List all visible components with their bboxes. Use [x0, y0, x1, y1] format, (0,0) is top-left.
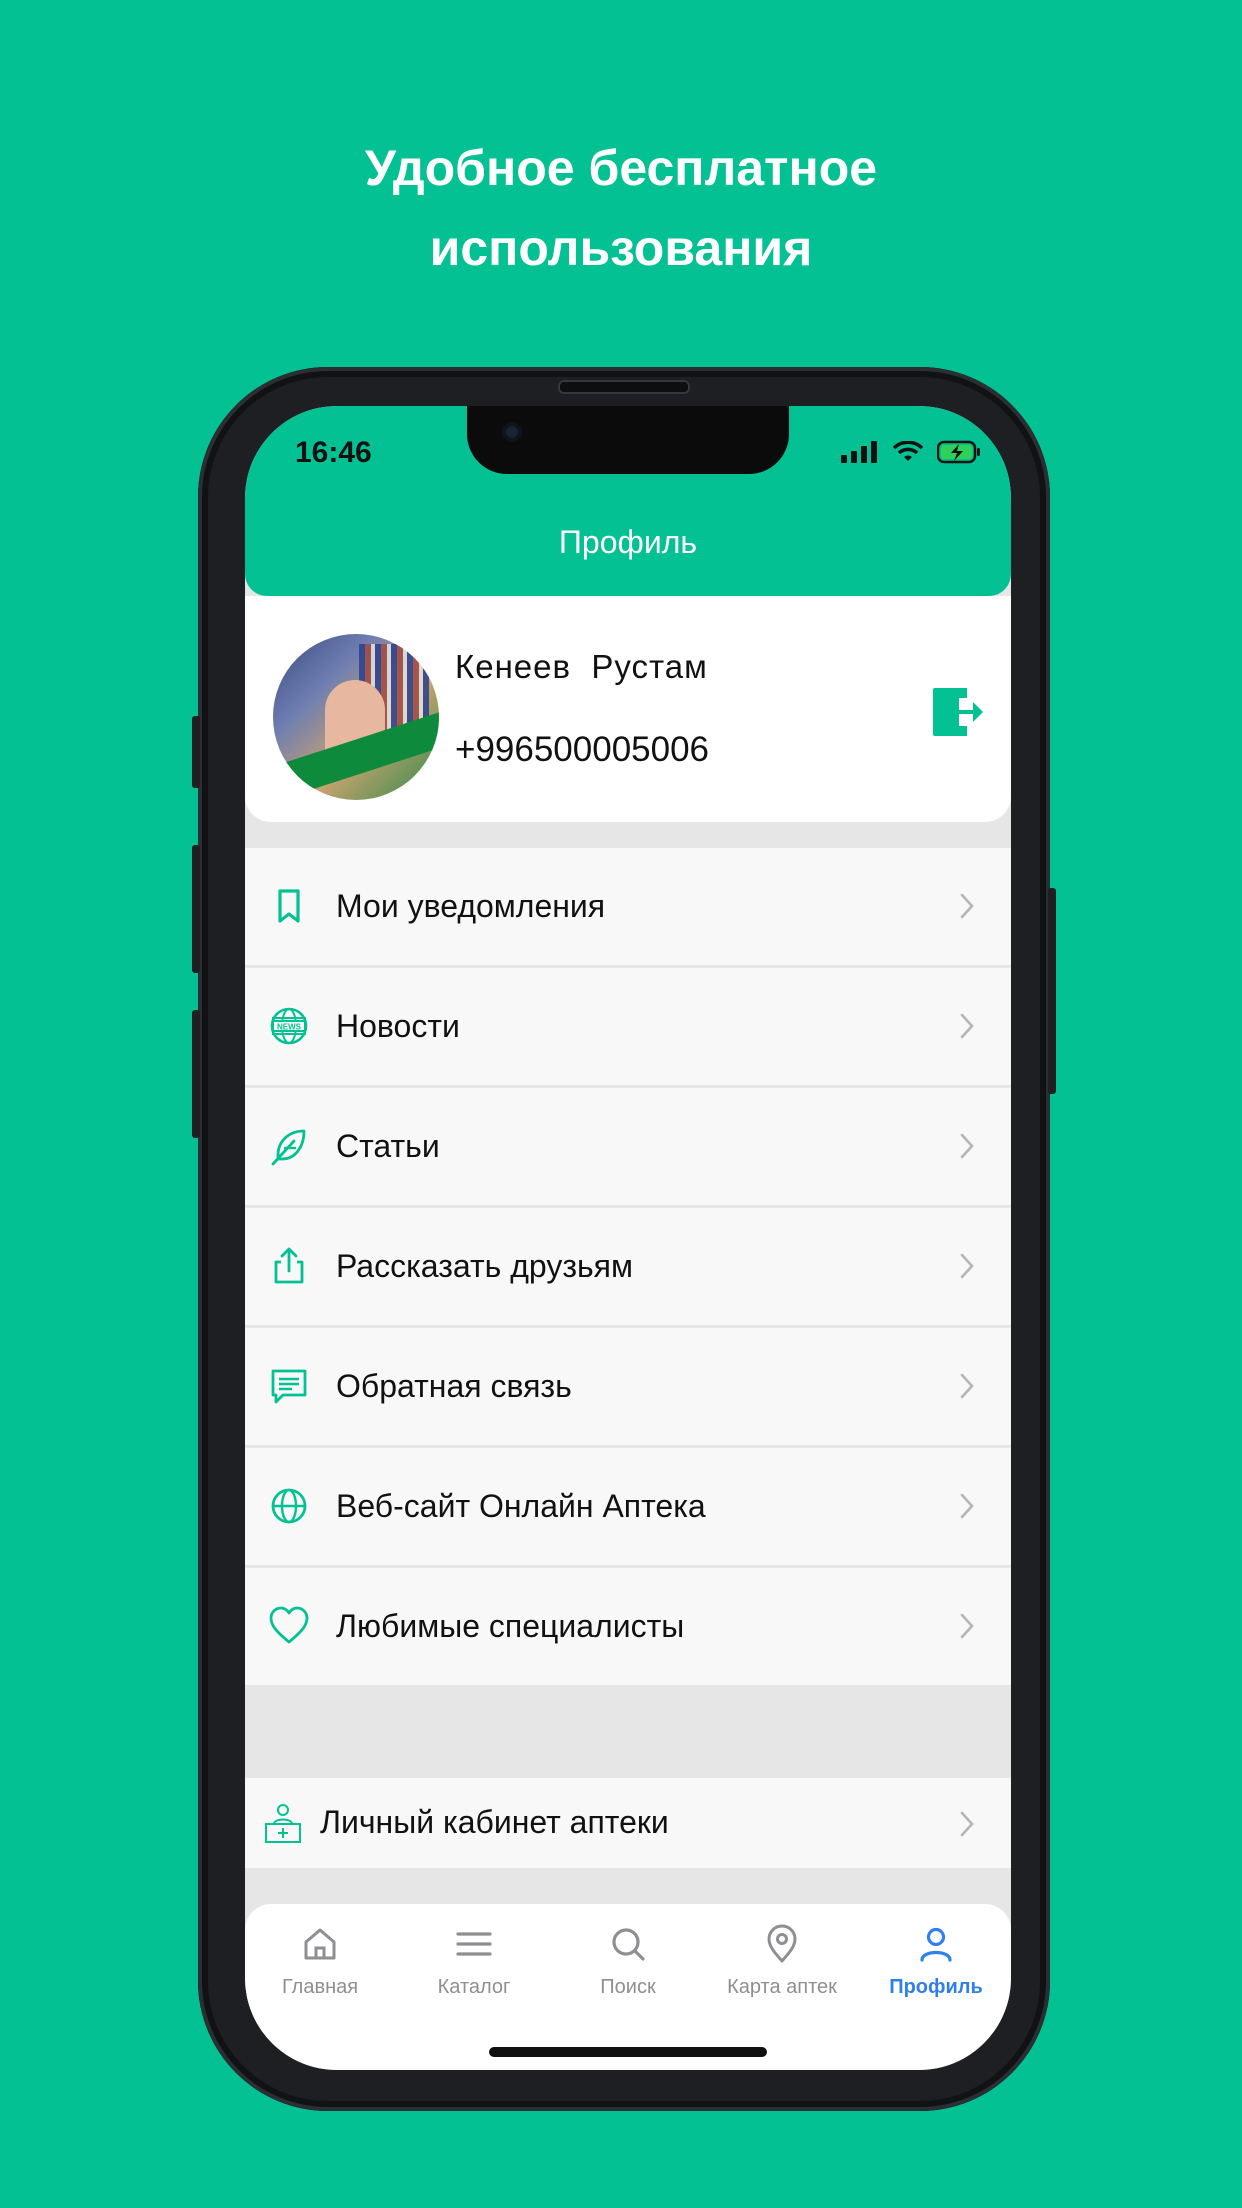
- globe-icon: [271, 1488, 307, 1524]
- promo-line-1: Удобное бесплатное: [364, 140, 878, 196]
- menu-item-label: Личный кабинет аптеки: [320, 1804, 669, 1840]
- phone-power-button: [1048, 888, 1056, 1094]
- menu-item-label: Статьи: [336, 1128, 440, 1164]
- front-camera: [502, 422, 522, 442]
- menu-item-label: Новости: [336, 1008, 460, 1044]
- user-icon: [920, 1927, 952, 1962]
- tab-pharmacy-map[interactable]: Карта аптек: [707, 1924, 857, 1999]
- tab-label: Каталог: [437, 1976, 511, 1998]
- tab-home[interactable]: Главная: [245, 1924, 395, 1999]
- message-icon: [271, 1369, 307, 1404]
- phone-speaker: [558, 380, 690, 394]
- feather-icon: [271, 1129, 306, 1166]
- menu-item-website[interactable]: Веб-сайт Онлайн Аптека: [245, 1448, 1011, 1565]
- menu-item-share[interactable]: Рассказать друзьям: [245, 1208, 1011, 1325]
- wifi-icon: [893, 441, 923, 461]
- chevron-right-icon: [960, 1493, 974, 1519]
- chevron-right-icon: [960, 1811, 974, 1837]
- bookmark-icon: [278, 889, 300, 923]
- share-icon: [274, 1247, 304, 1284]
- signal-icon: [841, 441, 877, 463]
- status-icons: [841, 440, 981, 464]
- tab-profile[interactable]: Профиль: [861, 1924, 1011, 1999]
- menu-icon: [456, 1932, 492, 1956]
- menu-item-label: Любимые специалисты: [336, 1608, 685, 1644]
- menu-item-pharmacy-cabinet[interactable]: Личный кабинет аптеки: [245, 1778, 1011, 1868]
- menu-item-label: Мои уведомления: [336, 888, 606, 924]
- profile-menu: Мои уведомления NEWS Новости Статьи Расс…: [245, 848, 1011, 1688]
- phone-side-button: [192, 845, 200, 973]
- tab-label: Поиск: [600, 1976, 656, 1998]
- home-icon: [304, 1928, 336, 1960]
- logout-icon[interactable]: [929, 684, 985, 740]
- tab-label: Главная: [281, 1976, 359, 1998]
- search-icon: [612, 1928, 645, 1961]
- profile-card: Кенеев Рустам +996500005006: [245, 596, 1011, 822]
- menu-item-label: Рассказать друзьям: [336, 1248, 633, 1284]
- profile-name: Кенеев Рустам: [455, 648, 708, 685]
- chevron-right-icon: [960, 1133, 974, 1159]
- chevron-right-icon: [960, 1613, 974, 1639]
- chevron-right-icon: [960, 1013, 974, 1039]
- menu-item-label: Обратная связь: [336, 1368, 572, 1404]
- promo-line-2: использования: [429, 220, 813, 276]
- phone-side-button: [192, 1010, 200, 1138]
- menu-item-articles[interactable]: Статьи: [245, 1088, 1011, 1205]
- profile-header: 16:46 Профиль: [245, 406, 1011, 596]
- profile-phone: +996500005006: [455, 730, 710, 769]
- phone-screen: 16:46 Профиль Кенеев Рустам +99650000500…: [245, 406, 1011, 2070]
- battery-charging-icon: [937, 440, 980, 464]
- chevron-right-icon: [960, 1253, 974, 1279]
- chevron-right-icon: [960, 893, 974, 919]
- status-time: 16:46: [295, 436, 372, 469]
- chevron-right-icon: [960, 1373, 974, 1399]
- tab-search[interactable]: Поиск: [553, 1924, 703, 1999]
- home-indicator[interactable]: [489, 2047, 767, 2057]
- tab-bar: Главная Каталог Поиск Карта аптек Профил…: [245, 1904, 1011, 2070]
- notch: [467, 406, 789, 474]
- heart-icon: [269, 1606, 309, 1644]
- menu-item-label: Веб-сайт Онлайн Аптека: [336, 1488, 706, 1524]
- menu-item-feedback[interactable]: Обратная связь: [245, 1328, 1011, 1445]
- pharmacist-icon: [265, 1804, 301, 1843]
- map-pin-icon: [767, 1924, 797, 1963]
- phone-side-button: [192, 716, 200, 788]
- tab-label: Карта аптек: [727, 1976, 837, 1998]
- news-globe-icon: NEWS: [270, 1007, 308, 1045]
- svg-text:NEWS: NEWS: [277, 1023, 302, 1032]
- promo-heading: Удобное бесплатное использования: [0, 128, 1242, 288]
- tab-catalog[interactable]: Каталог: [399, 1924, 549, 1999]
- menu-item-news[interactable]: NEWS Новости: [245, 968, 1011, 1085]
- tab-label: Профиль: [889, 1976, 983, 1998]
- avatar[interactable]: [273, 634, 439, 800]
- menu-item-notifications[interactable]: Мои уведомления: [245, 848, 1011, 965]
- menu-item-favorite-specialists[interactable]: Любимые специалисты: [245, 1568, 1011, 1685]
- page-title: Профиль: [558, 524, 698, 560]
